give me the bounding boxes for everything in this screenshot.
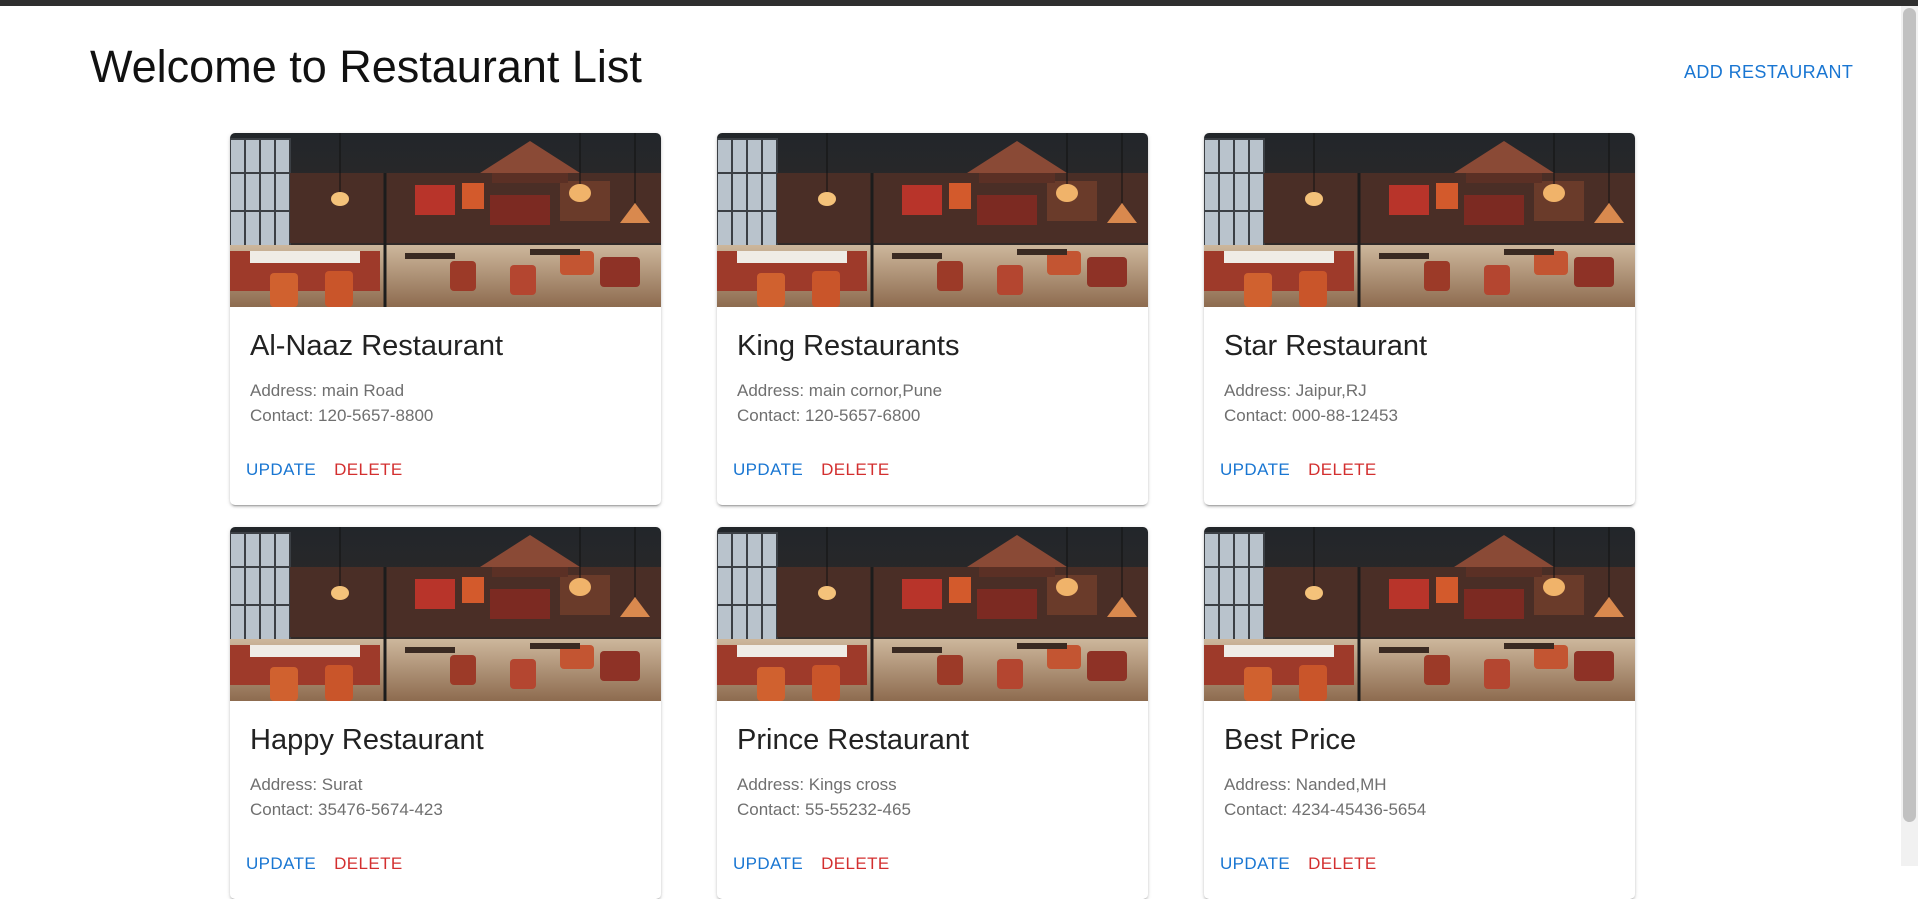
restaurant-image [717, 133, 1148, 307]
restaurant-card: Happy Restaurant Address: Surat Contact:… [230, 527, 661, 899]
restaurant-name: Best Price [1224, 724, 1357, 756]
card-actions: UPDATE DELETE [238, 454, 411, 486]
restaurant-card: Al-Naaz Restaurant Address: main Road Co… [230, 133, 661, 505]
restaurant-image [1204, 527, 1635, 701]
add-restaurant-button[interactable]: ADD RESTAURANT [1674, 56, 1863, 89]
delete-button[interactable]: DELETE [813, 848, 898, 880]
delete-button[interactable]: DELETE [326, 454, 411, 486]
restaurant-name: Star Restaurant [1224, 330, 1428, 362]
restaurant-card: Star Restaurant Address: Jaipur,RJ Conta… [1204, 133, 1635, 505]
restaurant-image [230, 133, 661, 307]
restaurant-name: Al-Naaz Restaurant [250, 330, 504, 362]
card-actions: UPDATE DELETE [1212, 848, 1385, 880]
restaurant-image [1204, 133, 1635, 307]
card-actions: UPDATE DELETE [725, 848, 898, 880]
card-actions: UPDATE DELETE [725, 454, 898, 486]
delete-button[interactable]: DELETE [326, 848, 411, 880]
restaurant-contact: Contact: 4234-45436-5654 [1224, 800, 1427, 819]
restaurant-address: Address: main Road [250, 381, 405, 400]
window-top-strip [0, 0, 1918, 6]
restaurant-contact: Contact: 35476-5674-423 [250, 800, 443, 819]
update-button[interactable]: UPDATE [725, 848, 811, 880]
card-actions: UPDATE DELETE [1212, 454, 1385, 486]
update-button[interactable]: UPDATE [1212, 454, 1298, 486]
vertical-scrollbar[interactable] [1901, 6, 1918, 866]
delete-button[interactable]: DELETE [1300, 454, 1385, 486]
restaurant-card: King Restaurants Address: main cornor,Pu… [717, 133, 1148, 505]
restaurant-card: Prince Restaurant Address: Kings cross C… [717, 527, 1148, 899]
restaurant-contact: Contact: 120-5657-6800 [737, 406, 921, 425]
restaurant-address: Address: Nanded,MH [1224, 775, 1387, 794]
scrollbar-thumb[interactable] [1903, 8, 1916, 822]
restaurant-name: Prince Restaurant [737, 724, 970, 756]
restaurant-address: Address: Surat [250, 775, 363, 794]
restaurant-card: Best Price Address: Nanded,MH Contact: 4… [1204, 527, 1635, 899]
page-title: Welcome to Restaurant List [90, 41, 642, 92]
card-actions: UPDATE DELETE [238, 848, 411, 880]
restaurant-address: Address: Jaipur,RJ [1224, 381, 1367, 400]
restaurant-name: King Restaurants [737, 330, 960, 362]
restaurant-address: Address: main cornor,Pune [737, 381, 943, 400]
restaurant-image [230, 527, 661, 701]
restaurant-name: Happy Restaurant [250, 724, 484, 756]
update-button[interactable]: UPDATE [1212, 848, 1298, 880]
restaurant-contact: Contact: 120-5657-8800 [250, 406, 434, 425]
restaurant-image [717, 527, 1148, 701]
update-button[interactable]: UPDATE [725, 454, 811, 486]
update-button[interactable]: UPDATE [238, 848, 324, 880]
restaurant-contact: Contact: 55-55232-465 [737, 800, 911, 819]
restaurant-address: Address: Kings cross [737, 775, 897, 794]
delete-button[interactable]: DELETE [813, 454, 898, 486]
restaurant-contact: Contact: 000-88-12453 [1224, 406, 1398, 425]
delete-button[interactable]: DELETE [1300, 848, 1385, 880]
update-button[interactable]: UPDATE [238, 454, 324, 486]
